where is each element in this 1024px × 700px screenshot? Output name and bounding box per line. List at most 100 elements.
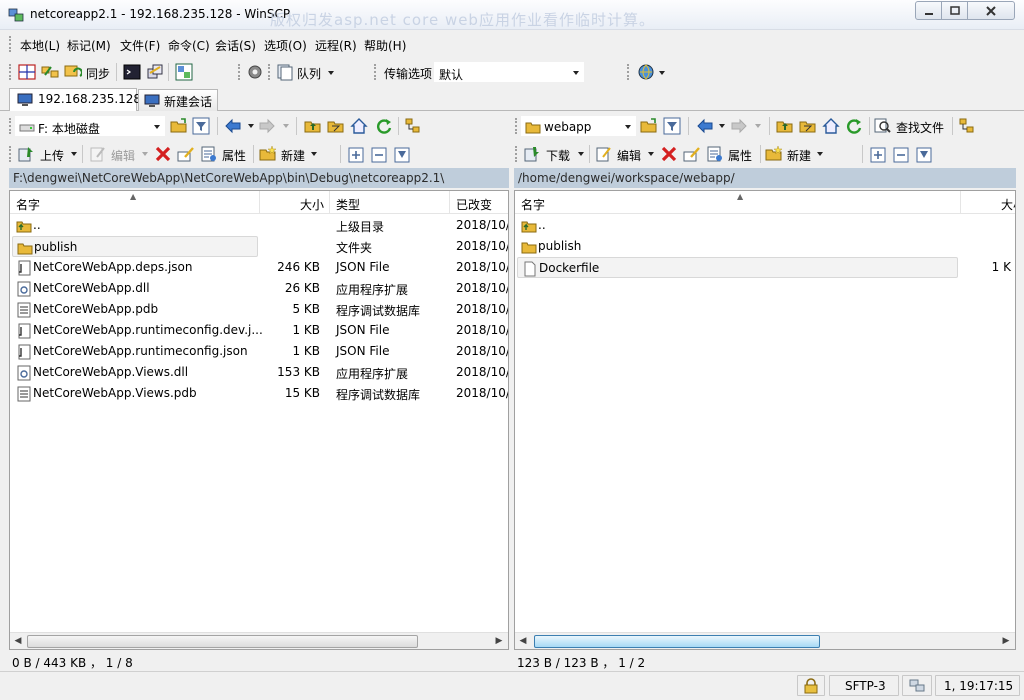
queue-dropdown-arrow[interactable] [328, 71, 334, 75]
rename-icon[interactable] [177, 145, 195, 163]
menu-remote[interactable]: 远程(R) [315, 37, 357, 54]
network-globe-icon[interactable] [637, 63, 655, 81]
download-icon[interactable] [523, 145, 541, 163]
remote-horizontal-scrollbar[interactable]: ◀ ▶ [515, 632, 1015, 649]
select-files-plus-icon[interactable] [869, 146, 887, 164]
column-name[interactable]: 名字 [16, 196, 40, 213]
local-horizontal-scrollbar[interactable]: ◀ ▶ [10, 632, 508, 649]
refresh-icon[interactable] [845, 117, 863, 135]
scroll-left-icon[interactable]: ◀ [516, 635, 530, 648]
unselect-files-minus-icon[interactable] [370, 146, 388, 164]
scroll-left-icon[interactable]: ◀ [11, 635, 25, 648]
properties-button[interactable]: 属性 [222, 147, 246, 164]
menu-session[interactable]: 会话(S) [215, 37, 256, 54]
file-row[interactable]: NetCoreWebApp.Views.dll [12, 362, 258, 383]
open-folder-icon[interactable] [170, 117, 188, 135]
download-button[interactable]: 下载 [546, 147, 570, 164]
scrollbar-thumb[interactable] [27, 635, 418, 648]
filter-files-icon[interactable] [393, 146, 411, 164]
remote-path-bar[interactable]: /home/dengwei/workspace/webapp/ [514, 168, 1016, 188]
open-folder-icon[interactable] [640, 117, 658, 135]
new-button[interactable]: 新建 [281, 147, 305, 164]
file-row[interactable]: NetCoreWebApp.dll [12, 278, 258, 299]
queue-button[interactable]: 队列 [297, 65, 321, 82]
new-dropdown-arrow[interactable] [817, 152, 823, 156]
filter-files-icon[interactable] [915, 146, 933, 164]
putty-icon[interactable] [146, 63, 164, 81]
file-row[interactable]: Dockerfile [517, 257, 958, 278]
filter-icon[interactable] [663, 117, 681, 135]
edit-button[interactable]: 编辑 [617, 147, 641, 164]
connection-status[interactable] [902, 675, 932, 696]
home-icon[interactable] [350, 117, 368, 135]
rename-icon[interactable] [683, 145, 701, 163]
new-folder-icon[interactable] [259, 145, 277, 163]
root-directory-icon[interactable] [799, 117, 817, 135]
column-divider[interactable] [259, 191, 260, 214]
local-path-bar[interactable]: F:\dengwei\NetCoreWebApp\NetCoreWebApp\b… [9, 168, 509, 188]
menu-help[interactable]: 帮助(H) [364, 37, 406, 54]
tab-session-192-168-235-128[interactable]: 192.168.235.128 [9, 88, 141, 111]
local-drive-select[interactable]: F: 本地磁盘 [15, 116, 165, 136]
new-dropdown-arrow[interactable] [311, 152, 317, 156]
column-divider[interactable] [960, 191, 961, 214]
menu-file[interactable]: 文件(F) [120, 37, 160, 54]
file-row[interactable]: NetCoreWebApp.runtimeconfig.dev.j... [12, 320, 263, 341]
scrollbar-thumb[interactable] [534, 635, 820, 648]
transfer-preset-select[interactable]: 默认 [434, 62, 584, 82]
column-size[interactable]: 大小 [1001, 196, 1015, 213]
remote-folder-select[interactable]: webapp [521, 116, 636, 136]
network-dropdown-arrow[interactable] [659, 71, 665, 75]
select-files-plus-icon[interactable] [347, 146, 365, 164]
edit-dropdown-arrow[interactable] [648, 152, 654, 156]
back-dropdown-arrow[interactable] [719, 124, 725, 128]
synchronize-button[interactable]: 同步 [86, 65, 110, 82]
encryption-status[interactable] [797, 675, 825, 696]
tree-view-icon[interactable] [958, 117, 976, 135]
file-row[interactable]: .. [517, 215, 958, 236]
tab-new-session[interactable]: 新建会话 [138, 89, 218, 111]
synchronize-icon[interactable] [64, 63, 82, 81]
refresh-icon[interactable] [375, 117, 393, 135]
file-row[interactable]: .. [12, 215, 258, 236]
file-row[interactable]: publish [517, 236, 958, 257]
new-button[interactable]: 新建 [787, 147, 811, 164]
new-folder-icon[interactable] [765, 145, 783, 163]
download-dropdown-arrow[interactable] [578, 152, 584, 156]
menu-options[interactable]: 选项(O) [264, 37, 307, 54]
scroll-right-icon[interactable]: ▶ [492, 635, 506, 648]
file-row[interactable]: publish [12, 236, 258, 257]
back-dropdown-arrow[interactable] [248, 124, 254, 128]
column-divider[interactable] [329, 191, 330, 214]
compare-directories-icon[interactable] [18, 63, 36, 81]
unselect-files-minus-icon[interactable] [892, 146, 910, 164]
maximize-button[interactable] [941, 1, 968, 20]
parent-directory-icon[interactable] [304, 117, 322, 135]
column-type[interactable]: 类型 [336, 196, 360, 213]
file-row[interactable]: NetCoreWebApp.pdb [12, 299, 258, 320]
home-icon[interactable] [822, 117, 840, 135]
column-changed[interactable]: 已改变 [456, 196, 492, 213]
preferences-gear-icon[interactable] [246, 63, 264, 81]
close-button[interactable] [967, 1, 1015, 20]
synchronize-browsing-icon[interactable] [41, 63, 59, 81]
root-directory-icon[interactable] [327, 117, 345, 135]
scroll-right-icon[interactable]: ▶ [999, 635, 1013, 648]
properties-icon[interactable] [200, 145, 218, 163]
find-files-icon[interactable] [874, 117, 892, 135]
upload-dropdown-arrow[interactable] [71, 152, 77, 156]
file-row[interactable]: NetCoreWebApp.Views.pdb [12, 383, 258, 404]
terminal-icon[interactable] [123, 63, 141, 81]
back-arrow-icon[interactable] [696, 117, 714, 135]
menu-mark[interactable]: 标记(M) [67, 37, 111, 54]
upload-icon[interactable] [17, 145, 35, 163]
file-row[interactable]: NetCoreWebApp.runtimeconfig.json [12, 341, 258, 362]
tree-view-icon[interactable] [404, 117, 422, 135]
delete-icon[interactable] [154, 145, 172, 163]
back-arrow-icon[interactable] [224, 117, 242, 135]
column-divider[interactable] [449, 191, 450, 214]
column-size[interactable]: 大小 [300, 196, 324, 213]
edit-icon[interactable] [595, 145, 613, 163]
queue-icon[interactable] [276, 63, 294, 81]
delete-icon[interactable] [660, 145, 678, 163]
